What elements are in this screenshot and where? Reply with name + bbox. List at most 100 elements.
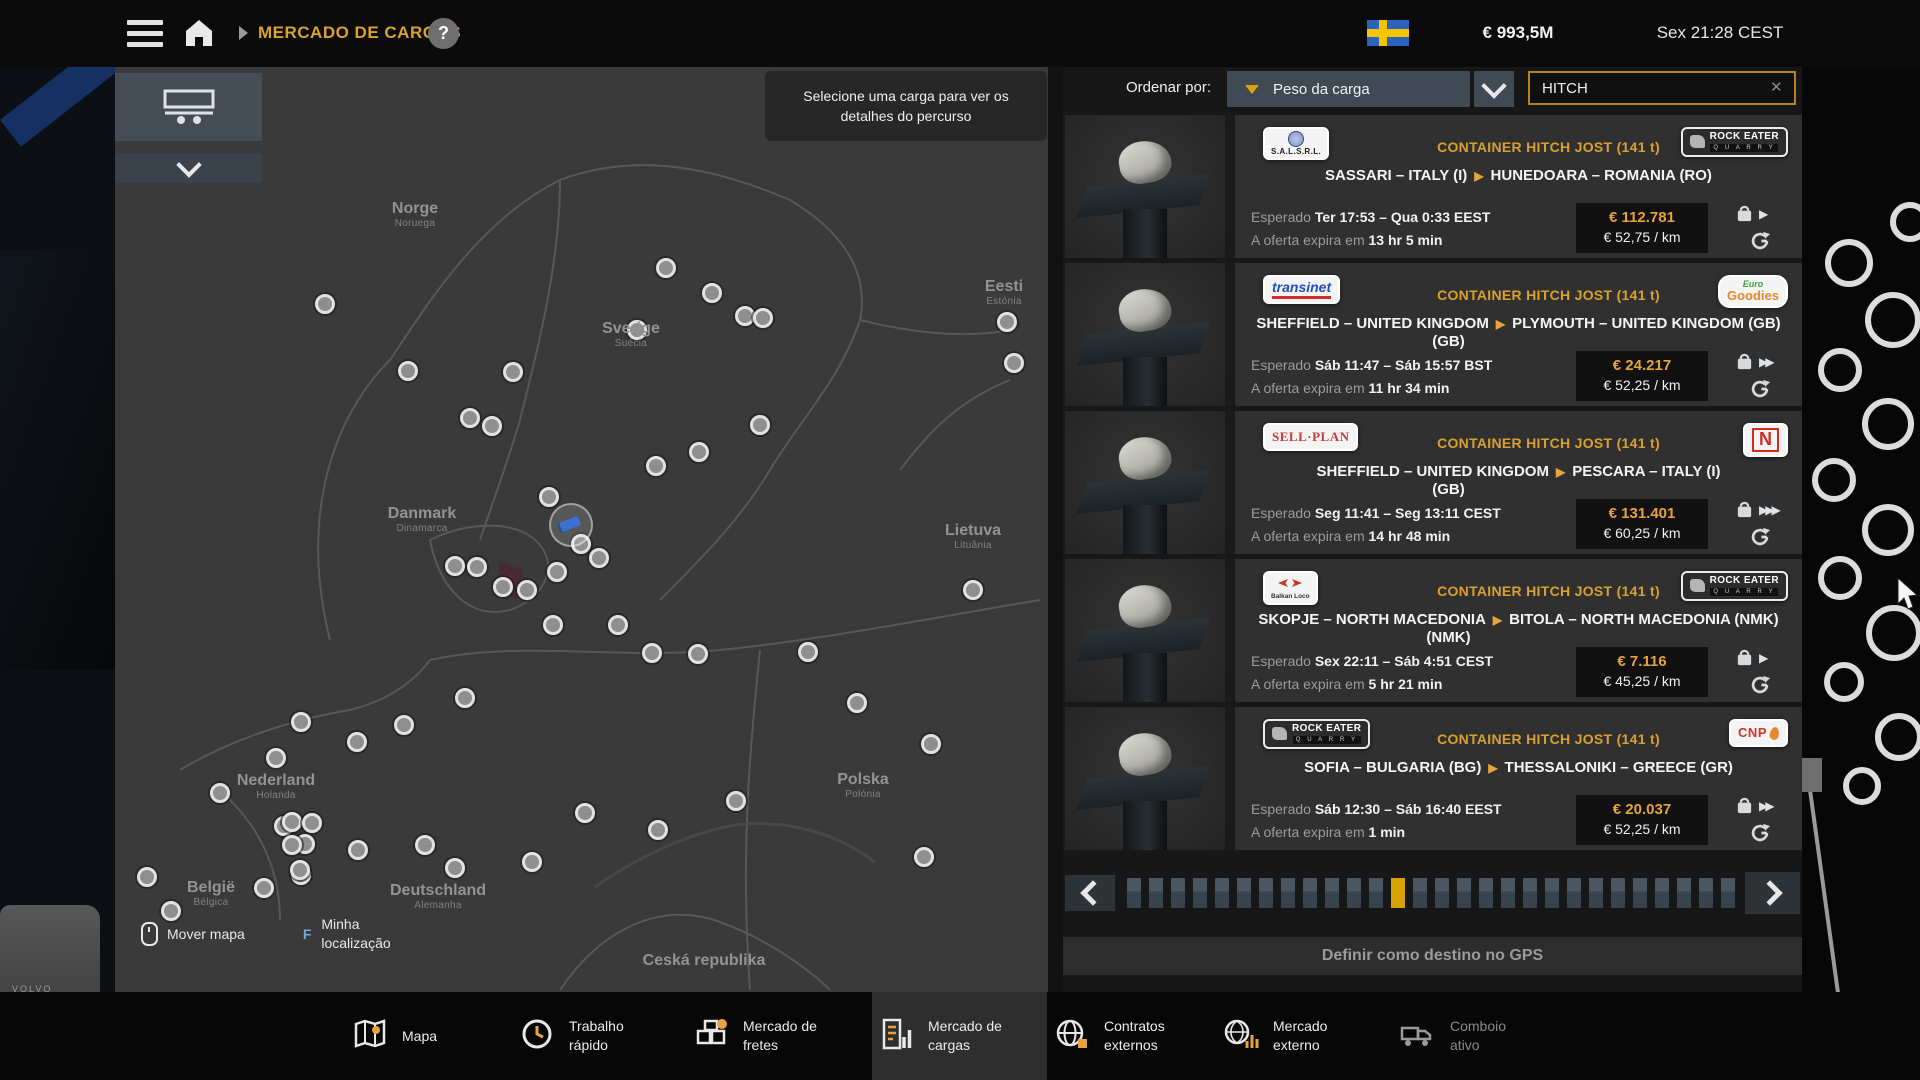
city-dot[interactable]	[914, 847, 934, 867]
city-dot[interactable]	[282, 812, 302, 832]
city-dot[interactable]	[1004, 353, 1024, 373]
cargo-offer-row[interactable]: SELL·PLANNCONTAINER HITCH JOST (141 t)SH…	[1063, 411, 1802, 554]
cargo-offer-row[interactable]: Balkan LocoROCK EATERQ U A R R YCONTAINE…	[1063, 559, 1802, 702]
page-tick[interactable]	[1589, 878, 1603, 908]
page-tick[interactable]	[1303, 878, 1317, 908]
page-tick[interactable]	[1193, 878, 1207, 908]
cargo-offer-row[interactable]: transinetEuroGoodiesCONTAINER HITCH JOST…	[1063, 263, 1802, 406]
page-tick[interactable]	[1413, 878, 1427, 908]
city-dot[interactable]	[963, 580, 983, 600]
menu-icon[interactable]	[127, 20, 165, 48]
city-dot[interactable]	[539, 487, 559, 507]
page-tick[interactable]	[1545, 878, 1559, 908]
city-dot[interactable]	[482, 416, 502, 436]
page-prev-button[interactable]	[1065, 875, 1115, 911]
city-dot[interactable]	[503, 362, 523, 382]
nav-item-comboio-ativo[interactable]: Comboioativo	[1400, 992, 1506, 1080]
page-tick[interactable]	[1523, 878, 1537, 908]
page-tick[interactable]	[1501, 878, 1515, 908]
city-dot[interactable]	[394, 715, 414, 735]
city-dot[interactable]	[642, 643, 662, 663]
search-input[interactable]	[1528, 71, 1796, 105]
page-tick[interactable]	[1391, 878, 1405, 908]
city-dot[interactable]	[689, 442, 709, 462]
city-dot[interactable]	[302, 813, 322, 833]
city-dot[interactable]	[493, 577, 513, 597]
page-tick[interactable]	[1435, 878, 1449, 908]
city-dot[interactable]	[688, 644, 708, 664]
city-dot[interactable]	[290, 860, 310, 880]
city-dot[interactable]	[656, 258, 676, 278]
city-dot[interactable]	[517, 580, 537, 600]
page-tick[interactable]	[1699, 878, 1713, 908]
world-map[interactable]: NorgeNoruegaSverigeSuéciaEestiEstóniaDan…	[115, 67, 1048, 992]
page-tick[interactable]	[1721, 878, 1735, 908]
page-next-button[interactable]	[1745, 872, 1800, 914]
page-tick[interactable]	[1325, 878, 1339, 908]
page-tick[interactable]	[1127, 878, 1141, 908]
page-tick[interactable]	[1369, 878, 1383, 908]
city-dot[interactable]	[847, 693, 867, 713]
page-tick[interactable]	[1215, 878, 1229, 908]
page-tick[interactable]	[1457, 878, 1471, 908]
city-dot[interactable]	[460, 408, 480, 428]
sort-dropdown[interactable]: Peso da carga	[1227, 71, 1470, 107]
cargo-offer-row[interactable]: ROCK EATERQ U A R R YCNPCONTAINER HITCH …	[1063, 707, 1802, 850]
city-dot[interactable]	[455, 688, 475, 708]
city-dot[interactable]	[735, 306, 755, 326]
city-dot[interactable]	[575, 803, 595, 823]
home-icon[interactable]	[183, 17, 215, 49]
page-tick[interactable]	[1171, 878, 1185, 908]
city-dot[interactable]	[137, 867, 157, 887]
city-dot[interactable]	[753, 308, 773, 328]
page-tick[interactable]	[1347, 878, 1361, 908]
city-dot[interactable]	[445, 556, 465, 576]
page-tick[interactable]	[1237, 878, 1251, 908]
city-dot[interactable]	[415, 835, 435, 855]
sort-dropdown-toggle[interactable]	[1474, 71, 1514, 107]
city-dot[interactable]	[726, 791, 746, 811]
nav-item-mercado-de-fretes[interactable]: Mercado defretes	[693, 992, 817, 1080]
page-tick[interactable]	[1259, 878, 1273, 908]
trailer-expand-button[interactable]	[115, 153, 262, 183]
nav-item-trabalho-rapido[interactable]: Trabalhorápido	[519, 992, 624, 1080]
city-dot[interactable]	[997, 312, 1017, 332]
nav-item-contratos-externos[interactable]: Contratosexternos	[1054, 992, 1165, 1080]
page-tick[interactable]	[1567, 878, 1581, 908]
page-tick[interactable]	[1149, 878, 1163, 908]
city-dot[interactable]	[648, 820, 668, 840]
clear-search-icon[interactable]: ✕	[1770, 78, 1783, 96]
set-gps-destination-button[interactable]: Definir como destino no GPS	[1063, 937, 1802, 975]
page-tick[interactable]	[1281, 878, 1295, 908]
city-dot[interactable]	[254, 878, 274, 898]
page-tick[interactable]	[1655, 878, 1669, 908]
city-dot[interactable]	[589, 548, 609, 568]
city-dot[interactable]	[398, 361, 418, 381]
city-dot[interactable]	[750, 415, 770, 435]
page-tick[interactable]	[1479, 878, 1493, 908]
page-tick[interactable]	[1633, 878, 1647, 908]
city-dot[interactable]	[547, 562, 567, 582]
city-dot[interactable]	[522, 852, 542, 872]
city-dot[interactable]	[315, 294, 335, 314]
city-dot[interactable]	[921, 734, 941, 754]
nav-item-mapa[interactable]: Mapa	[352, 992, 437, 1080]
city-dot[interactable]	[608, 615, 628, 635]
trailer-select-button[interactable]	[115, 73, 262, 141]
city-dot[interactable]	[798, 642, 818, 662]
help-icon[interactable]: ?	[428, 18, 459, 49]
city-dot[interactable]	[347, 732, 367, 752]
city-dot[interactable]	[467, 557, 487, 577]
city-dot[interactable]	[266, 748, 286, 768]
city-dot[interactable]	[291, 712, 311, 732]
page-tick[interactable]	[1677, 878, 1691, 908]
city-dot[interactable]	[543, 615, 563, 635]
city-dot[interactable]	[282, 835, 302, 855]
city-dot[interactable]	[702, 283, 722, 303]
nav-item-mercado-de-cargas[interactable]: Mercado decargas	[878, 992, 1002, 1080]
cargo-offer-row[interactable]: S.A.L.S.R.L.ROCK EATERQ U A R R YCONTAIN…	[1063, 115, 1802, 258]
nav-item-mercado-externo[interactable]: Mercadoexterno	[1223, 992, 1327, 1080]
page-tick[interactable]	[1611, 878, 1625, 908]
city-dot[interactable]	[210, 783, 230, 803]
city-dot[interactable]	[646, 456, 666, 476]
